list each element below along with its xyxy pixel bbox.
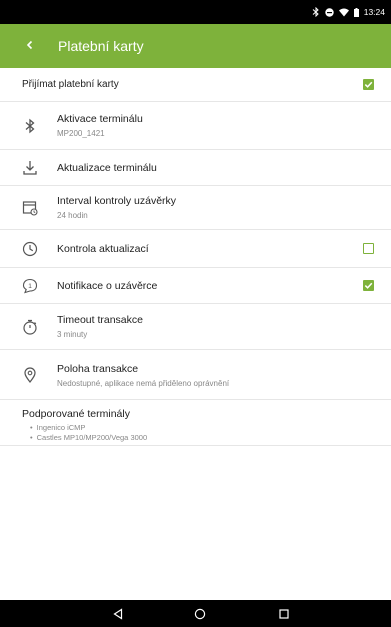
location-pin-icon xyxy=(21,366,39,384)
app-root: 13:24 Platební karty Přijímat platební k… xyxy=(0,0,391,627)
supported-terminals-section: Podporované terminály Ingenico iCMP Cast… xyxy=(0,400,391,446)
settings-list: Přijímat platební karty Aktivace terminá… xyxy=(0,68,391,600)
battery-icon xyxy=(353,7,359,17)
closure-notification-checkbox[interactable] xyxy=(363,280,374,291)
system-nav-bar xyxy=(0,600,391,627)
page-title: Platební karty xyxy=(58,38,144,54)
status-time: 13:24 xyxy=(363,7,385,17)
timer-icon xyxy=(21,318,39,336)
supported-terminals-title: Podporované terminály xyxy=(22,408,130,420)
list-item: Ingenico iCMP xyxy=(30,423,147,433)
bluetooth-icon xyxy=(21,117,39,135)
update-check-row[interactable]: Kontrola aktualizací xyxy=(0,230,391,268)
terminal-update-row[interactable]: Aktualizace terminálu xyxy=(0,150,391,186)
home-circle-icon[interactable] xyxy=(192,606,208,622)
transaction-location-subtitle: Nedostupné, aplikace nemá přiděleno oprá… xyxy=(57,379,230,388)
wifi-icon xyxy=(338,8,349,17)
closure-notification-title: Notifikace o uzávěrce xyxy=(57,280,158,292)
terminal-activation-row[interactable]: Aktivace terminálu MP200_1421 xyxy=(0,102,391,150)
closure-notification-row[interactable]: 1 Notifikace o uzávěrce xyxy=(0,268,391,304)
transaction-location-row[interactable]: Poloha transakce Nedostupné, aplikace ne… xyxy=(0,350,391,400)
chevron-left-icon xyxy=(26,37,34,55)
closure-interval-title: Interval kontroly uzávěrky xyxy=(57,195,177,207)
accept-cards-checkbox[interactable] xyxy=(363,79,374,90)
terminal-update-title: Aktualizace terminálu xyxy=(57,162,157,174)
terminal-activation-title: Aktivace terminálu xyxy=(57,113,143,125)
transaction-timeout-subtitle: 3 minuty xyxy=(57,330,88,339)
bluetooth-status-icon xyxy=(312,7,320,17)
supported-terminals-list: Ingenico iCMP Castles MP10/MP200/Vega 30… xyxy=(30,423,148,443)
transaction-location-title: Poloha transakce xyxy=(57,363,139,375)
transaction-timeout-row[interactable]: Timeout transakce 3 minuty xyxy=(0,304,391,350)
list-item: Castles MP10/MP200/Vega 3000 xyxy=(30,433,148,443)
calendar-clock-icon xyxy=(21,199,39,217)
app-bar: Platební karty xyxy=(0,24,391,68)
clock-icon xyxy=(21,240,39,258)
back-button[interactable] xyxy=(10,24,50,68)
closure-interval-subtitle: 24 hodin xyxy=(57,211,88,220)
update-check-title: Kontrola aktualizací xyxy=(57,243,149,255)
do-not-disturb-icon xyxy=(325,7,334,17)
update-check-checkbox[interactable] xyxy=(363,243,374,254)
status-bar: 13:24 xyxy=(0,0,391,24)
svg-text:1: 1 xyxy=(28,283,32,290)
accept-cards-row[interactable]: Přijímat platební karty xyxy=(0,68,391,102)
back-triangle-icon[interactable] xyxy=(110,606,126,622)
accept-cards-label: Přijímat platební karty xyxy=(22,79,119,90)
notification-icon: 1 xyxy=(21,277,39,295)
transaction-timeout-title: Timeout transakce xyxy=(57,314,143,326)
recents-square-icon[interactable] xyxy=(276,606,292,622)
terminal-activation-subtitle: MP200_1421 xyxy=(57,129,105,138)
download-icon xyxy=(21,159,39,177)
closure-interval-row[interactable]: Interval kontroly uzávěrky 24 hodin xyxy=(0,186,391,230)
